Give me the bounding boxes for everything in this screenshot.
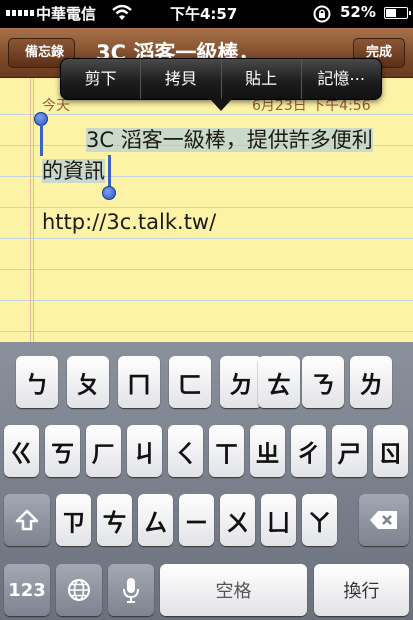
note-editor[interactable]: 今天 6月23日 下午4:56 3C 滔客一級棒，提供許多便利 的資訊 http… bbox=[0, 78, 413, 342]
key-t[interactable]: ㄊ bbox=[258, 356, 300, 408]
key-yu[interactable]: ㄩ bbox=[261, 494, 296, 546]
key-z[interactable]: ㄗ bbox=[56, 494, 91, 546]
battery-percentage: 52% bbox=[340, 3, 376, 21]
dictation-key[interactable] bbox=[108, 564, 154, 616]
space-key[interactable]: 空格 bbox=[160, 564, 307, 616]
delete-icon bbox=[370, 511, 397, 529]
key-u[interactable]: ㄨ bbox=[220, 494, 255, 546]
selected-text-line1[interactable]: 3C 滔客一級棒，提供許多便利 bbox=[86, 128, 373, 152]
key-b[interactable]: ㄅ bbox=[16, 356, 58, 408]
rotation-lock-icon bbox=[313, 5, 331, 23]
key-n[interactable]: ㄋ bbox=[302, 356, 344, 408]
note-text[interactable]: 3C 滔客一級棒，提供許多便利 的資訊 http://3c.talk.tw/ bbox=[42, 125, 412, 238]
key-sh[interactable]: ㄕ bbox=[332, 425, 367, 477]
battery-icon bbox=[384, 7, 411, 19]
key-zh[interactable]: ㄓ bbox=[250, 425, 285, 477]
clock: 下午4:57 bbox=[170, 5, 238, 23]
microphone-icon bbox=[123, 578, 139, 603]
margin-line bbox=[30, 78, 31, 342]
copy-menu-item[interactable]: 拷貝 bbox=[141, 59, 222, 99]
key-m[interactable]: ㄇ bbox=[118, 356, 160, 408]
globe-key[interactable] bbox=[56, 564, 102, 616]
key-q[interactable]: ㄑ bbox=[168, 425, 203, 477]
selection-start-caret bbox=[40, 124, 43, 156]
key-l[interactable]: ㄌ bbox=[350, 356, 392, 408]
globe-icon bbox=[68, 579, 90, 601]
note-url-link[interactable]: http://3c.talk.tw/ bbox=[42, 207, 412, 238]
key-s[interactable]: ㄙ bbox=[138, 494, 173, 546]
numbers-key[interactable]: 123 bbox=[4, 564, 50, 616]
signal-icon bbox=[6, 10, 34, 16]
zhuyin-keyboard: ㄅ ㄆ ㄇ ㄈ ㄉ ㄊ ㄋ ㄌ ㄍ ㄎ ㄏ ㄐ ㄑ ㄒ ㄓ ㄔ ㄕ ㄖ ㄗ ㄘ … bbox=[0, 342, 413, 620]
paste-menu-item[interactable]: 貼上 bbox=[222, 59, 302, 99]
key-j[interactable]: ㄐ bbox=[127, 425, 162, 477]
key-f[interactable]: ㄈ bbox=[169, 356, 211, 408]
delete-key[interactable] bbox=[359, 494, 409, 546]
key-r[interactable]: ㄖ bbox=[373, 425, 408, 477]
selection-end-handle[interactable] bbox=[102, 186, 116, 200]
key-ch[interactable]: ㄔ bbox=[291, 425, 326, 477]
shift-icon bbox=[15, 509, 39, 531]
selection-end-caret bbox=[108, 155, 111, 187]
key-x[interactable]: ㄒ bbox=[209, 425, 244, 477]
key-g[interactable]: ㄍ bbox=[4, 425, 39, 477]
key-i[interactable]: ㄧ bbox=[179, 494, 214, 546]
key-p[interactable]: ㄆ bbox=[67, 356, 109, 408]
edit-menu: 剪下 拷貝 貼上 記憶⋯ bbox=[60, 58, 382, 100]
key-d[interactable]: ㄉ bbox=[220, 356, 262, 408]
key-a[interactable]: ㄚ bbox=[302, 494, 337, 546]
shift-key[interactable] bbox=[4, 494, 50, 546]
wifi-icon bbox=[112, 4, 132, 20]
cut-menu-item[interactable]: 剪下 bbox=[61, 59, 142, 99]
key-h[interactable]: ㄏ bbox=[86, 425, 121, 477]
edit-menu-pointer bbox=[210, 99, 232, 111]
carrier-name: 中華電信 bbox=[36, 5, 97, 23]
selected-text-line2[interactable]: 的資訊 bbox=[42, 159, 105, 183]
status-bar: 中華電信 下午4:57 52% bbox=[0, 0, 413, 28]
memory-menu-item[interactable]: 記憶⋯ bbox=[302, 59, 381, 99]
key-c[interactable]: ㄘ bbox=[97, 494, 132, 546]
key-k[interactable]: ㄎ bbox=[45, 425, 80, 477]
return-key[interactable]: 換行 bbox=[314, 564, 409, 616]
